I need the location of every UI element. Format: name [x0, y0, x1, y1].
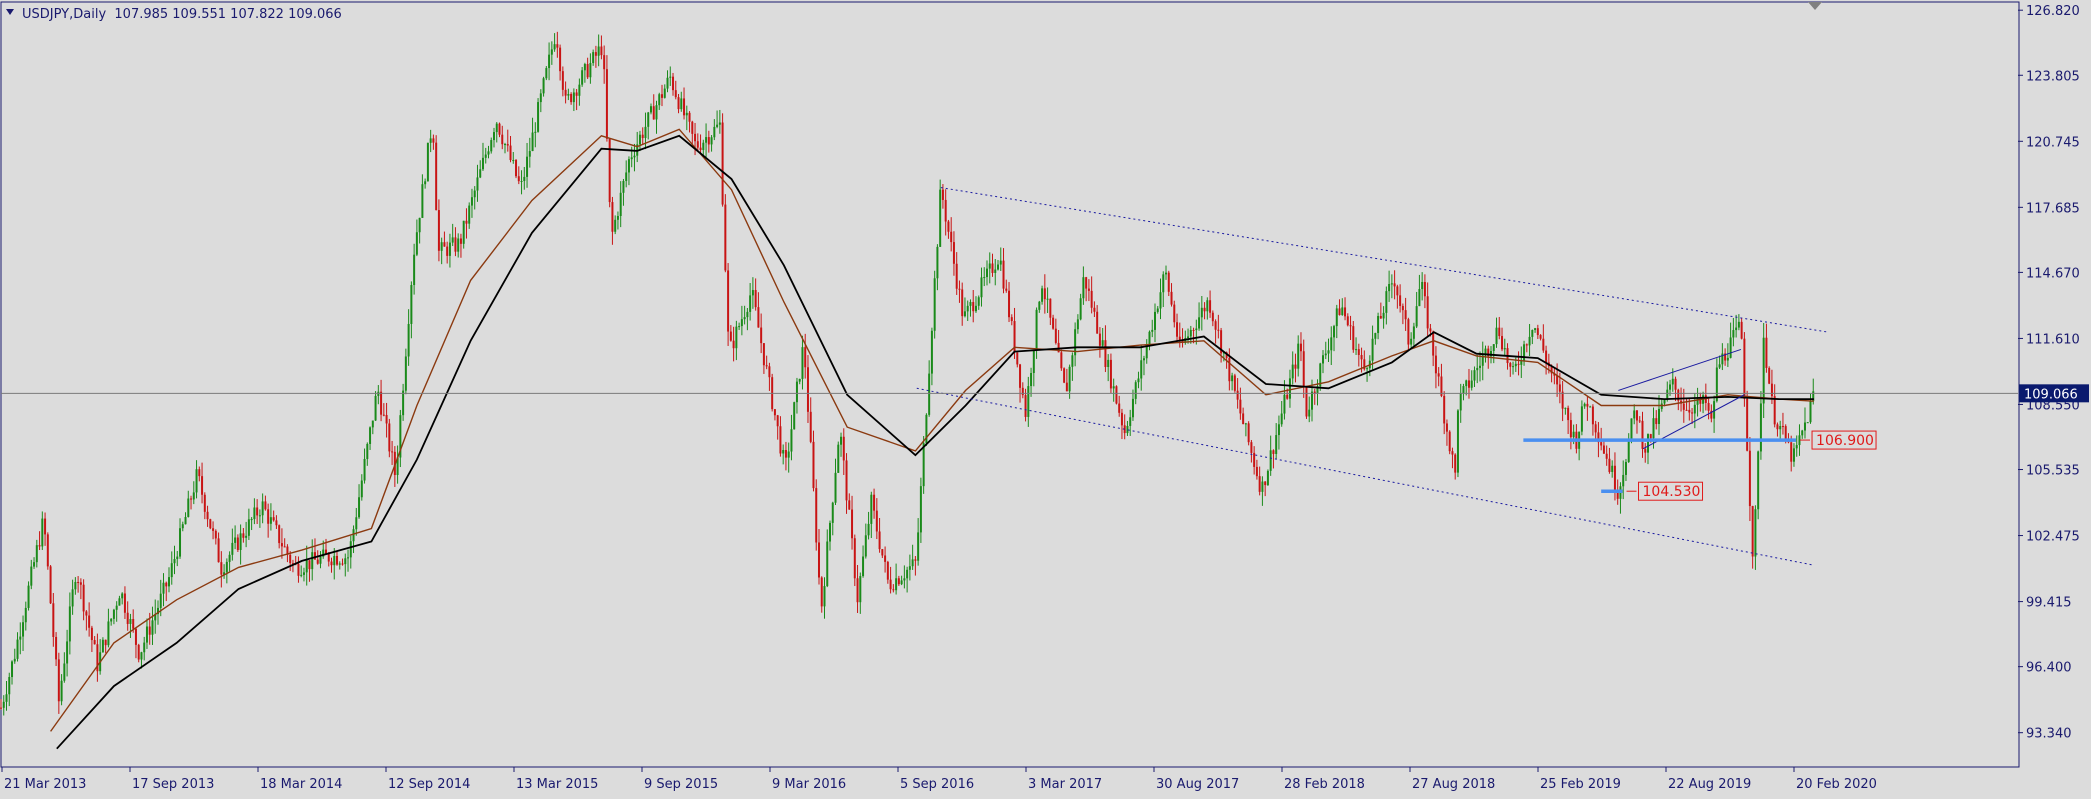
candle [426, 142, 429, 182]
x-tick-label: 28 Feb 2018 [1284, 777, 1365, 792]
candle [27, 581, 30, 611]
candle [1247, 421, 1250, 446]
candle [939, 179, 942, 247]
candle [922, 436, 925, 494]
y-tick-label: 123.805 [2026, 69, 2080, 84]
symbol-info: USDJPY,Daily 107.985 109.551 107.822 109… [22, 7, 342, 22]
x-tick-label: 9 Sep 2015 [644, 777, 718, 792]
candle [1757, 450, 1760, 520]
x-tick-label: 27 Aug 2018 [1412, 777, 1495, 792]
x-tick-label: 18 Mar 2014 [260, 777, 342, 792]
y-tick-label: 120.745 [2026, 135, 2080, 150]
x-tick-label: 21 Mar 2013 [4, 777, 86, 792]
current-price-label: 109.066 [2024, 387, 2078, 402]
candle [515, 159, 518, 179]
level-label: 106.900 [1816, 433, 1874, 449]
y-tick-label: 114.670 [2026, 266, 2080, 281]
candle [815, 479, 818, 551]
x-tick-label: 20 Feb 2020 [1796, 777, 1877, 792]
level-label: 104.530 [1643, 484, 1701, 500]
y-tick-label: 93.340 [2026, 727, 2072, 742]
candle [771, 373, 774, 412]
x-tick-label: 3 Mar 2017 [1028, 777, 1102, 792]
candle [721, 113, 724, 207]
candle [1456, 409, 1459, 478]
candle [209, 518, 212, 530]
candle [1768, 366, 1771, 385]
candle [1746, 390, 1749, 452]
y-tick-label: 96.400 [2026, 661, 2072, 676]
x-tick-label: 17 Sep 2013 [132, 777, 214, 792]
candle [724, 194, 727, 273]
candle [1266, 469, 1269, 486]
chart-window: 106.900 104.530 126.820 123.805 120.745 117.… [0, 0, 2091, 795]
candle [537, 98, 540, 133]
y-tick-label: 117.685 [2026, 201, 2080, 216]
chart-background [0, 0, 2091, 795]
x-tick-label: 13 Mar 2015 [516, 777, 598, 792]
candle [793, 401, 796, 430]
candle [925, 413, 928, 446]
x-tick-label: 25 Feb 2019 [1540, 777, 1621, 792]
x-tick-label: 12 Sep 2014 [388, 777, 470, 792]
candle [837, 441, 840, 473]
candle [1448, 430, 1451, 455]
y-tick-label: 99.415 [2026, 596, 2072, 611]
y-tick-label: 105.535 [2026, 464, 2080, 479]
price-chart[interactable]: 106.900 104.530 126.820 123.805 120.745 117.… [0, 0, 2091, 795]
x-tick-label: 9 Mar 2016 [772, 777, 846, 792]
y-tick-label: 111.610 [2026, 332, 2080, 347]
candle [1233, 373, 1236, 393]
candle [435, 135, 438, 211]
candle [1305, 386, 1308, 419]
candle [545, 66, 548, 81]
candle [1063, 367, 1066, 384]
candle [1060, 349, 1063, 371]
x-tick-label: 30 Aug 2017 [1156, 777, 1239, 792]
y-tick-label: 102.475 [2026, 530, 2080, 545]
candle [46, 532, 49, 570]
candle [49, 565, 52, 604]
x-tick-label: 5 Sep 2016 [900, 777, 974, 792]
candle [1806, 422, 1809, 424]
candle [1115, 385, 1118, 405]
x-tick-label: 22 Aug 2019 [1668, 777, 1751, 792]
y-tick-label: 126.820 [2026, 4, 2080, 19]
candle [933, 270, 936, 339]
